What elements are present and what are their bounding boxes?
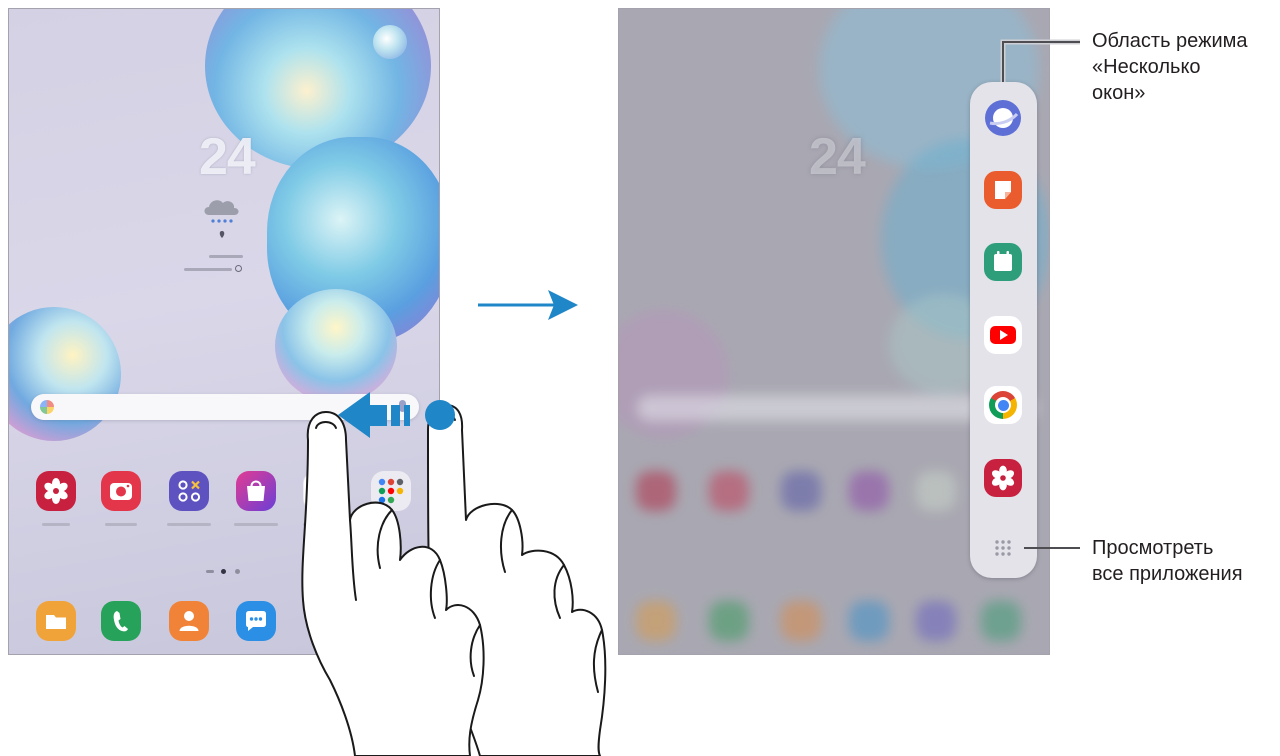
arrow-right-icon	[478, 290, 578, 320]
callout-leader-multi-window	[1002, 41, 1080, 82]
callout-leader-multi-window-halo	[1000, 39, 1080, 82]
swipe-arrow-icon	[338, 392, 410, 438]
illustration-overlay	[301, 39, 1080, 756]
touch-point-icon	[425, 400, 455, 430]
